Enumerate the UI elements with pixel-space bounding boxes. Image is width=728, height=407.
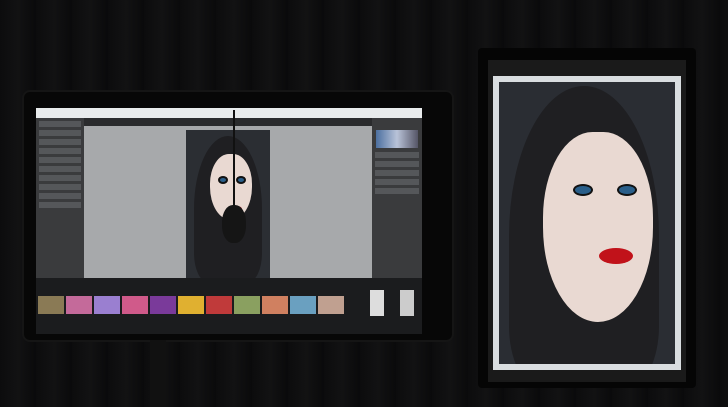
monitor-stand bbox=[150, 340, 166, 407]
image-canvas bbox=[84, 126, 372, 278]
right-panel bbox=[372, 118, 422, 278]
menu-bar bbox=[36, 108, 422, 118]
portrait-photo-large bbox=[499, 82, 675, 364]
calibrator-cable bbox=[233, 110, 235, 220]
histogram bbox=[376, 130, 418, 148]
filmstrip[interactable] bbox=[36, 278, 422, 334]
left-panel bbox=[36, 118, 84, 278]
preview-screen bbox=[488, 60, 686, 382]
color-calibrator-device bbox=[222, 205, 246, 243]
right-monitor bbox=[478, 48, 696, 388]
photo-frame bbox=[493, 76, 681, 370]
portrait-photo bbox=[186, 130, 270, 278]
